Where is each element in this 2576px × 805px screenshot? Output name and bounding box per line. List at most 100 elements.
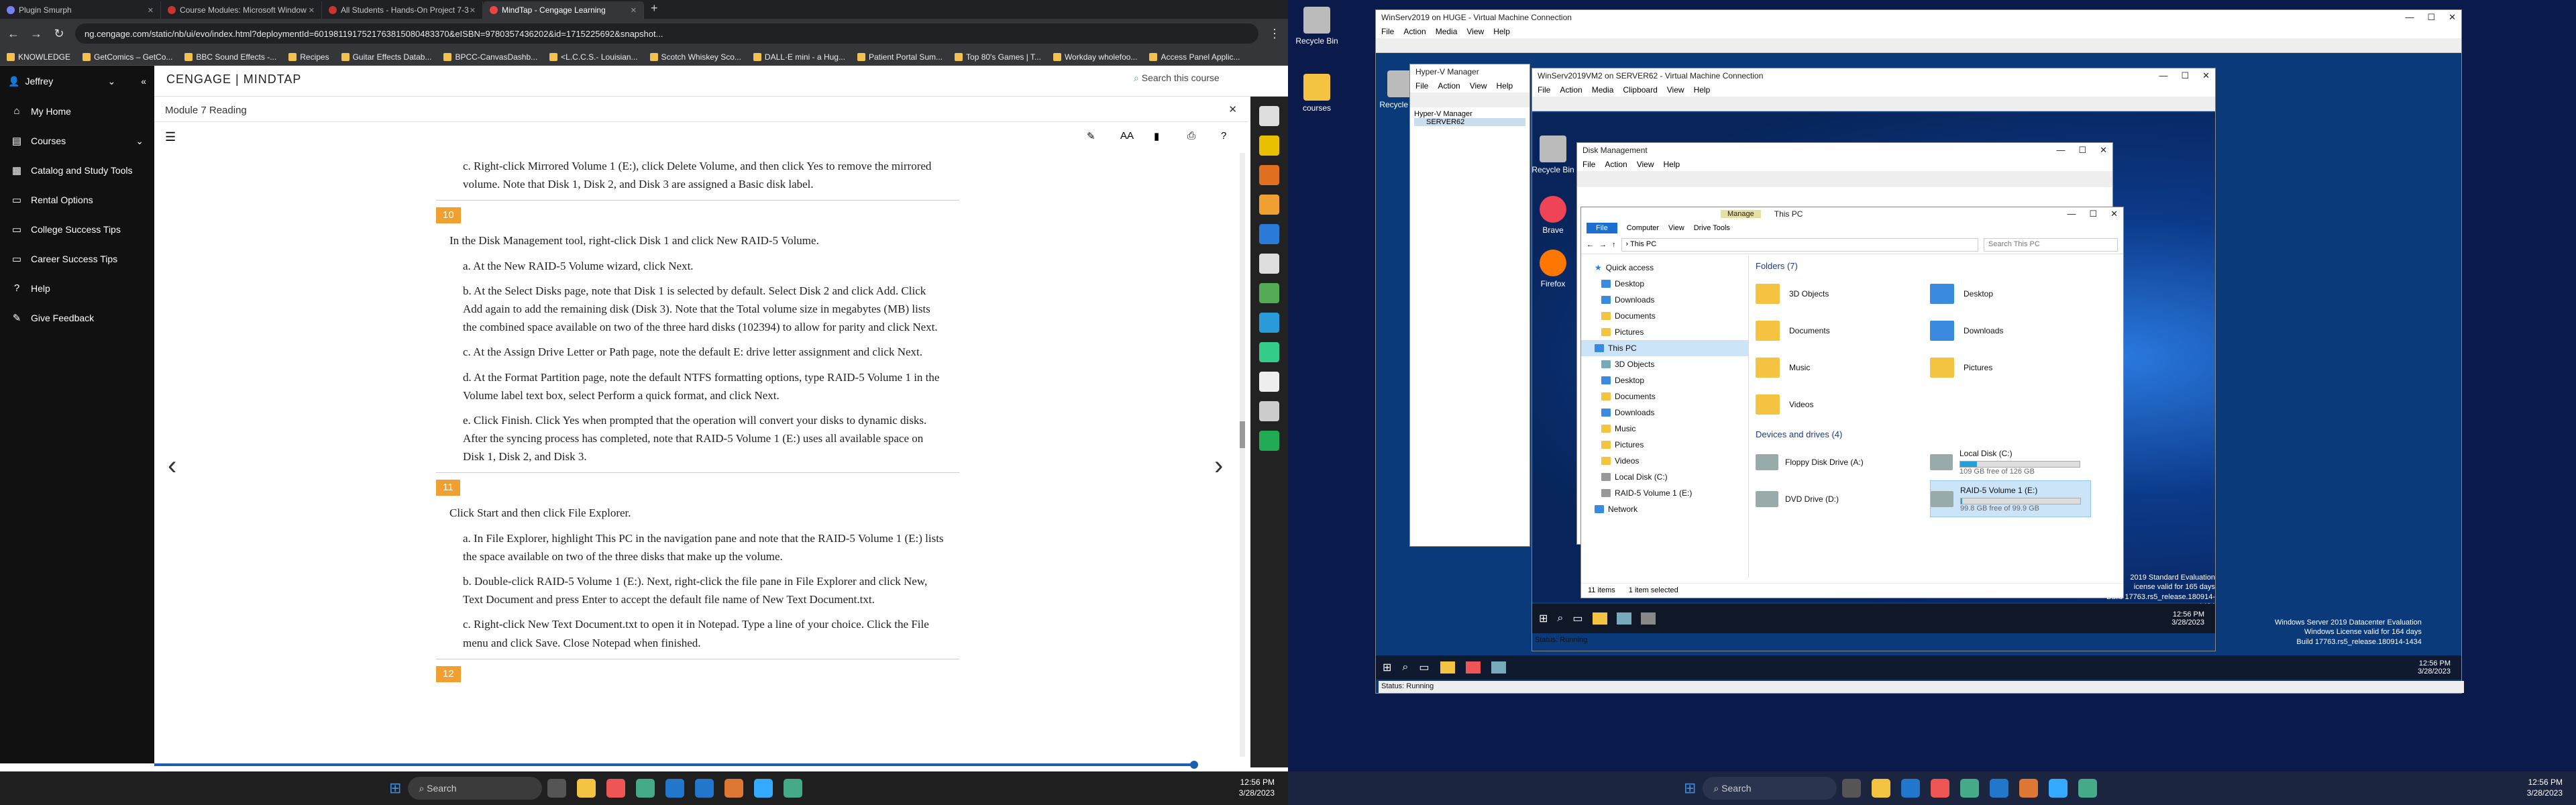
taskbar-search[interactable]: ⌕ Search bbox=[1703, 777, 1837, 800]
taskbar-app-icon[interactable] bbox=[2019, 779, 2039, 798]
close-icon[interactable]: ✕ bbox=[470, 6, 476, 15]
sidebar-item-help[interactable]: ? Help bbox=[0, 274, 154, 303]
nav-item[interactable]: Pictures bbox=[1581, 437, 1748, 453]
folder-item[interactable]: 3D Objects bbox=[1756, 275, 1917, 312]
hyperv-icon[interactable] bbox=[1491, 661, 1506, 674]
help-icon[interactable]: ? bbox=[1221, 130, 1226, 142]
guest-recycle-bin[interactable]: Recycle Bin bbox=[1529, 136, 1576, 174]
close-icon[interactable]: ✕ bbox=[631, 6, 637, 15]
server-manager-icon[interactable] bbox=[1616, 612, 1631, 625]
menu-item[interactable]: Help bbox=[1497, 81, 1513, 91]
tool-icon[interactable] bbox=[1259, 283, 1279, 303]
nav-item[interactable]: RAID-5 Volume 1 (E:) bbox=[1581, 485, 1748, 501]
file-explorer-icon[interactable] bbox=[1592, 612, 1607, 625]
start-icon[interactable]: ⊞ bbox=[1539, 612, 1548, 625]
browser-tab[interactable]: All Students - Hands-On Project 7-3 ✕ bbox=[322, 1, 483, 19]
bookmark[interactable]: Recipes bbox=[288, 52, 329, 62]
menu-item[interactable]: Action bbox=[1438, 81, 1460, 91]
tool-icon[interactable] bbox=[1259, 195, 1279, 215]
close-icon[interactable]: ✕ bbox=[2449, 12, 2456, 23]
menu-item[interactable]: Action bbox=[1560, 85, 1582, 95]
nav-this-pc[interactable]: This PC bbox=[1581, 340, 1748, 356]
taskbar-app-icon[interactable] bbox=[2049, 779, 2068, 798]
drive-icon[interactable] bbox=[1259, 342, 1279, 362]
file-explorer-icon[interactable] bbox=[1872, 779, 1891, 798]
ribbon-file[interactable]: File bbox=[1587, 223, 1617, 233]
reload-icon[interactable]: ↻ bbox=[52, 27, 66, 41]
nav-item[interactable]: Documents bbox=[1581, 308, 1748, 324]
nav-item[interactable]: Downloads bbox=[1581, 405, 1748, 421]
menu-item[interactable]: Help bbox=[1694, 85, 1711, 95]
ribbon-view[interactable]: View bbox=[1668, 224, 1684, 232]
up-icon[interactable]: ↑ bbox=[1612, 241, 1616, 249]
drive-item[interactable]: Local Disk (C:) 109 GB free of 126 GB bbox=[1930, 443, 2091, 480]
minimize-icon[interactable]: — bbox=[2405, 12, 2414, 23]
drive-item[interactable]: Floppy Disk Drive (A:) bbox=[1756, 443, 1917, 480]
close-icon[interactable]: ✕ bbox=[2110, 209, 2118, 219]
prev-page-icon[interactable]: ‹ bbox=[168, 451, 176, 481]
guest-brave[interactable]: Brave bbox=[1529, 196, 1576, 235]
drives-header[interactable]: Devices and drives (4) bbox=[1756, 429, 2118, 439]
brave-icon[interactable] bbox=[1465, 661, 1481, 674]
folder-item[interactable]: Videos bbox=[1756, 386, 1917, 423]
close-icon[interactable]: ✕ bbox=[1228, 103, 1237, 115]
progress-bar[interactable] bbox=[154, 758, 1248, 771]
bookmark[interactable]: Scotch Whiskey Sco... bbox=[649, 52, 741, 62]
tool-icon[interactable] bbox=[1259, 431, 1279, 451]
menu-item[interactable]: Clipboard bbox=[1623, 85, 1657, 95]
search-icon[interactable]: ⌕ bbox=[1402, 661, 1408, 674]
brave-icon[interactable] bbox=[606, 779, 626, 798]
bookmark[interactable]: BBC Sound Effects -... bbox=[184, 52, 276, 62]
tree-item[interactable]: Hyper-V Manager bbox=[1414, 110, 1525, 118]
minimize-icon[interactable]: — bbox=[2159, 70, 2167, 81]
taskbar-app-icon[interactable] bbox=[1842, 779, 1862, 798]
text-size-icon[interactable]: AA bbox=[1120, 130, 1134, 142]
folder-item[interactable]: Desktop bbox=[1930, 275, 2091, 312]
start-icon[interactable]: ⊞ bbox=[1684, 780, 1696, 797]
file-explorer-icon[interactable] bbox=[577, 779, 596, 798]
nav-quick-access[interactable]: ★ Quick access bbox=[1581, 260, 1748, 276]
clock[interactable]: 12:56 PM 3/28/2023 bbox=[1239, 777, 1275, 798]
extensions-icon[interactable]: ⋮ bbox=[1268, 27, 1281, 41]
close-icon[interactable]: ✕ bbox=[148, 6, 154, 15]
menu-item[interactable]: Help bbox=[1664, 160, 1680, 169]
bookmark-icon[interactable]: ▮ bbox=[1154, 130, 1159, 142]
sidebar-item-feedback[interactable]: ✎ Give Feedback bbox=[0, 303, 154, 333]
bookmark[interactable]: Patient Portal Sum... bbox=[857, 52, 943, 62]
guest-firefox[interactable]: Firefox bbox=[1529, 250, 1576, 288]
chrome-icon[interactable] bbox=[2078, 779, 2098, 798]
start-icon[interactable]: ⊞ bbox=[1383, 661, 1391, 674]
tree-item[interactable]: SERVER62 bbox=[1414, 118, 1525, 126]
bookmark[interactable]: DALL·E mini - a Hug... bbox=[753, 52, 845, 62]
sidebar-item-catalog[interactable]: ▦ Catalog and Study Tools bbox=[0, 156, 154, 185]
nav-item[interactable]: Desktop bbox=[1581, 372, 1748, 388]
new-tab-button[interactable]: + bbox=[644, 1, 665, 19]
vscode-icon[interactable] bbox=[665, 779, 685, 798]
taskbar-app-icon[interactable] bbox=[547, 779, 567, 798]
highlight-icon[interactable]: ✎ bbox=[1087, 130, 1095, 142]
tool-icon[interactable] bbox=[1259, 372, 1279, 392]
tool-icon[interactable] bbox=[1259, 136, 1279, 156]
folders-header[interactable]: Folders (7) bbox=[1756, 261, 2118, 271]
chrome-icon[interactable] bbox=[636, 779, 655, 798]
bookmark[interactable]: KNOWLEDGE bbox=[7, 52, 70, 62]
bookmark[interactable]: Guitar Effects Datab... bbox=[341, 52, 431, 62]
rss-icon[interactable] bbox=[1259, 165, 1279, 185]
bookmark[interactable]: BPCC-CanvasDashb... bbox=[443, 52, 537, 62]
folder-item[interactable]: Downloads bbox=[1930, 312, 2091, 349]
browser-tab[interactable]: Course Modules: Microsoft Window ✕ bbox=[161, 1, 322, 19]
sidebar-item-courses[interactable]: ▤ Courses ⌄ bbox=[0, 126, 154, 156]
forward-icon[interactable]: → bbox=[30, 27, 43, 41]
scrollbar[interactable] bbox=[1240, 153, 1245, 757]
menu-item[interactable]: File bbox=[1538, 85, 1550, 95]
url-field[interactable]: ng.cengage.com/static/nb/ui/evo/index.ht… bbox=[75, 23, 1258, 44]
drive-item[interactable]: DVD Drive (D:) bbox=[1756, 480, 1917, 517]
chrome-icon[interactable] bbox=[1960, 779, 1980, 798]
folder-item[interactable]: Pictures bbox=[1930, 349, 2091, 386]
toc-icon[interactable]: ☰ bbox=[165, 130, 176, 144]
explorer-path[interactable]: › This PC bbox=[1621, 237, 1978, 252]
menu-item[interactable]: View bbox=[1667, 85, 1684, 95]
host-clock[interactable]: 12:56 PM 3/28/2023 bbox=[2527, 777, 2563, 798]
taskbar-app-icon[interactable] bbox=[724, 779, 744, 798]
nav-item[interactable]: Desktop bbox=[1581, 276, 1748, 292]
